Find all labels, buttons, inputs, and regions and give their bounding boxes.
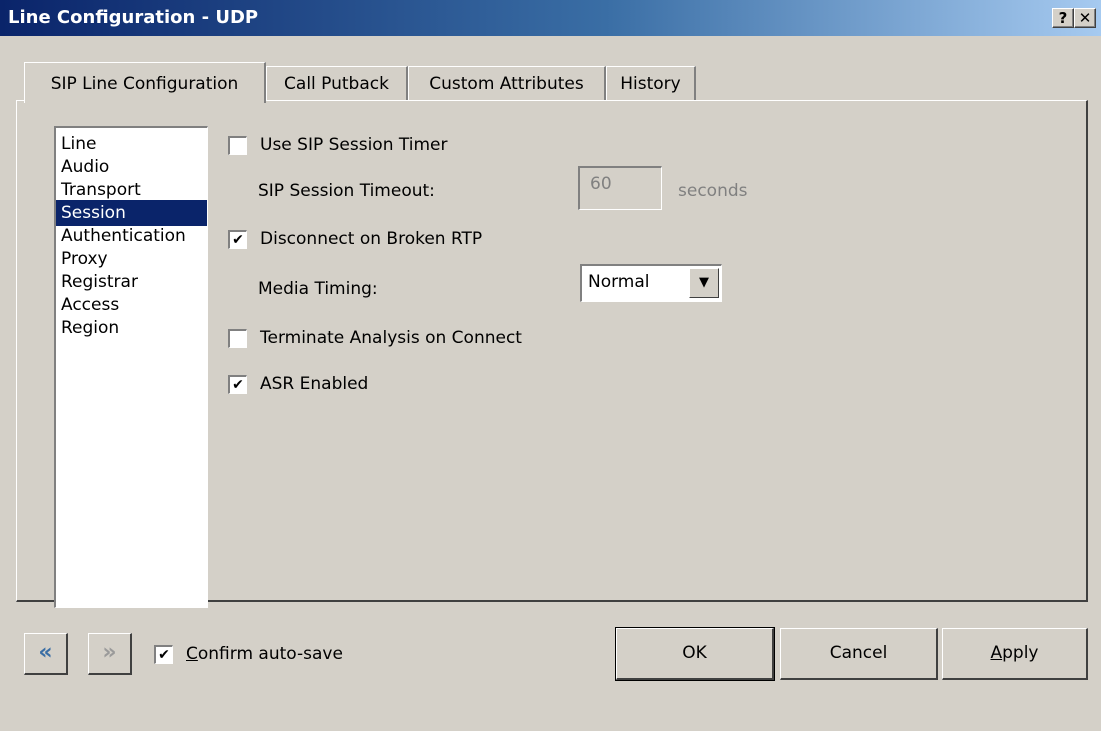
media-timing-label: Media Timing: (258, 279, 378, 299)
close-button[interactable]: ✕ (1074, 8, 1096, 28)
list-item-region[interactable]: Region (56, 315, 207, 341)
cancel-button[interactable]: Cancel (780, 628, 938, 680)
double-chevron-right-icon: » (102, 640, 117, 665)
terminate-analysis-on-connect-label: Terminate Analysis on Connect (260, 328, 522, 348)
sip-session-timeout-label: SIP Session Timeout: (258, 181, 435, 201)
use-sip-session-timer-checkbox[interactable] (228, 136, 247, 155)
checkmark-icon: ✔ (232, 377, 244, 393)
help-button[interactable]: ? (1052, 8, 1074, 28)
disconnect-on-broken-rtp-label: Disconnect on Broken RTP (260, 229, 483, 249)
disconnect-on-broken-rtp-checkbox[interactable]: ✔ (228, 230, 247, 249)
asr-enabled-label: ASR Enabled (260, 374, 369, 394)
checkmark-icon: ✔ (158, 647, 170, 663)
dropdown-arrow-icon[interactable]: ▼ (689, 268, 719, 298)
terminate-analysis-on-connect-checkbox[interactable] (228, 329, 247, 348)
sip-session-timeout-value: 60 (590, 174, 612, 194)
window-title: Line Configuration - UDP (8, 7, 259, 28)
tab-label: History (620, 74, 681, 94)
media-timing-select[interactable]: Normal ▼ (580, 264, 722, 302)
seconds-unit-label: seconds (678, 181, 748, 201)
forward-button[interactable]: » (88, 633, 132, 675)
tab-label: Custom Attributes (429, 74, 584, 94)
tab-custom-attributes[interactable]: Custom Attributes (408, 66, 606, 100)
apply-accesskey: A (990, 643, 1003, 663)
apply-button[interactable]: Apply (942, 628, 1088, 680)
confirm-auto-save-checkbox[interactable]: ✔ (154, 645, 173, 664)
tab-sip-line-configuration[interactable]: SIP Line Configuration (24, 62, 266, 103)
ok-button[interactable]: OK (615, 627, 775, 681)
double-chevron-left-icon: « (38, 640, 53, 665)
confirm-auto-save-label-rest: onfirm auto-save (197, 644, 343, 664)
confirm-auto-save-accesskey: C (186, 644, 198, 664)
tab-call-putback[interactable]: Call Putback (266, 66, 408, 100)
use-sip-session-timer-label: Use SIP Session Timer (260, 135, 448, 155)
tab-label: Call Putback (284, 74, 389, 94)
checkmark-icon: ✔ (232, 232, 244, 248)
back-button[interactable]: « (24, 633, 68, 675)
media-timing-value: Normal (588, 272, 650, 292)
tab-history[interactable]: History (606, 66, 696, 100)
apply-label-rest: pply (1002, 643, 1039, 663)
category-list[interactable]: Line Audio Transport Session Authenticat… (54, 126, 208, 608)
tab-label: SIP Line Configuration (50, 74, 239, 94)
title-bar: Line Configuration - UDP ? ✕ (0, 0, 1101, 36)
close-icon: ✕ (1078, 9, 1092, 27)
sip-session-timeout-input[interactable]: 60 (578, 166, 662, 210)
asr-enabled-checkbox[interactable]: ✔ (228, 375, 247, 394)
confirm-auto-save-label: Confirm auto-save (186, 644, 343, 664)
